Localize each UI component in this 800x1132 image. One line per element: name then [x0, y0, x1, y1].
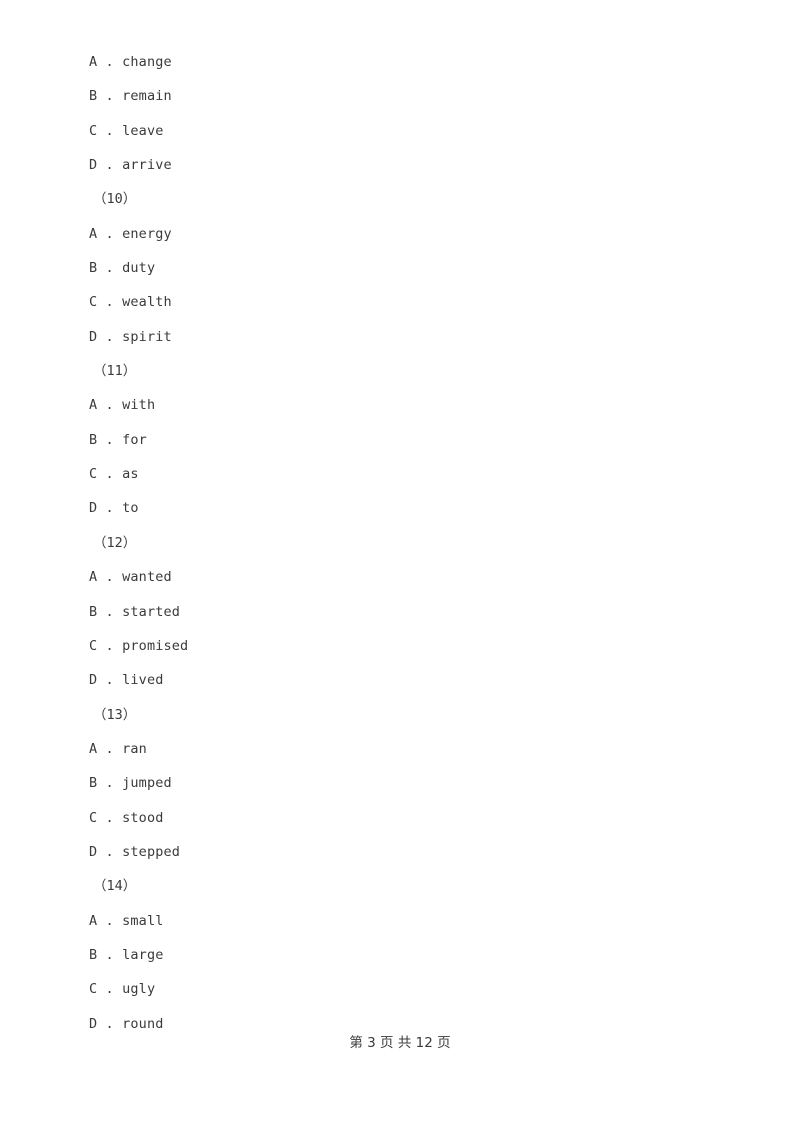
question-number: （14）	[93, 878, 137, 895]
answer-option: D . arrive	[89, 157, 172, 174]
answer-option: B . jumped	[89, 775, 172, 792]
answer-option: A . with	[89, 397, 156, 414]
answer-option: C . promised	[89, 637, 189, 654]
question-number: （13）	[93, 706, 137, 723]
question-number: （12）	[93, 534, 137, 551]
question-number: （10）	[93, 191, 137, 208]
document-page: A . change B . remain C . leave D . arri…	[0, 0, 800, 1132]
answer-option: D . spirit	[89, 328, 172, 345]
answer-option: B . large	[89, 946, 164, 963]
answer-option: D . lived	[89, 672, 164, 689]
answer-option: A . wanted	[89, 569, 172, 586]
answer-option: D . stepped	[89, 843, 181, 860]
answer-option: A . energy	[89, 225, 172, 242]
answer-option: A . ran	[89, 740, 147, 757]
answer-option: C . as	[89, 466, 139, 483]
answer-option: A . change	[89, 54, 172, 70]
page-footer: 第 3 页 共 12 页	[349, 1035, 451, 1051]
answer-option: B . started	[89, 603, 181, 620]
exam-options-list: A . change B . remain C . leave D . arri…	[89, 45, 709, 1041]
answer-option: B . remain	[89, 88, 172, 105]
answer-option: B . duty	[89, 260, 156, 277]
answer-option: B . for	[89, 431, 147, 448]
answer-option: C . stood	[89, 809, 164, 826]
answer-option: C . wealth	[89, 294, 172, 311]
answer-option: C . ugly	[89, 981, 156, 998]
question-number: （11）	[93, 363, 137, 380]
answer-option: A . small	[89, 912, 164, 929]
answer-option: C . leave	[89, 122, 164, 139]
answer-option: D . to	[89, 500, 139, 517]
